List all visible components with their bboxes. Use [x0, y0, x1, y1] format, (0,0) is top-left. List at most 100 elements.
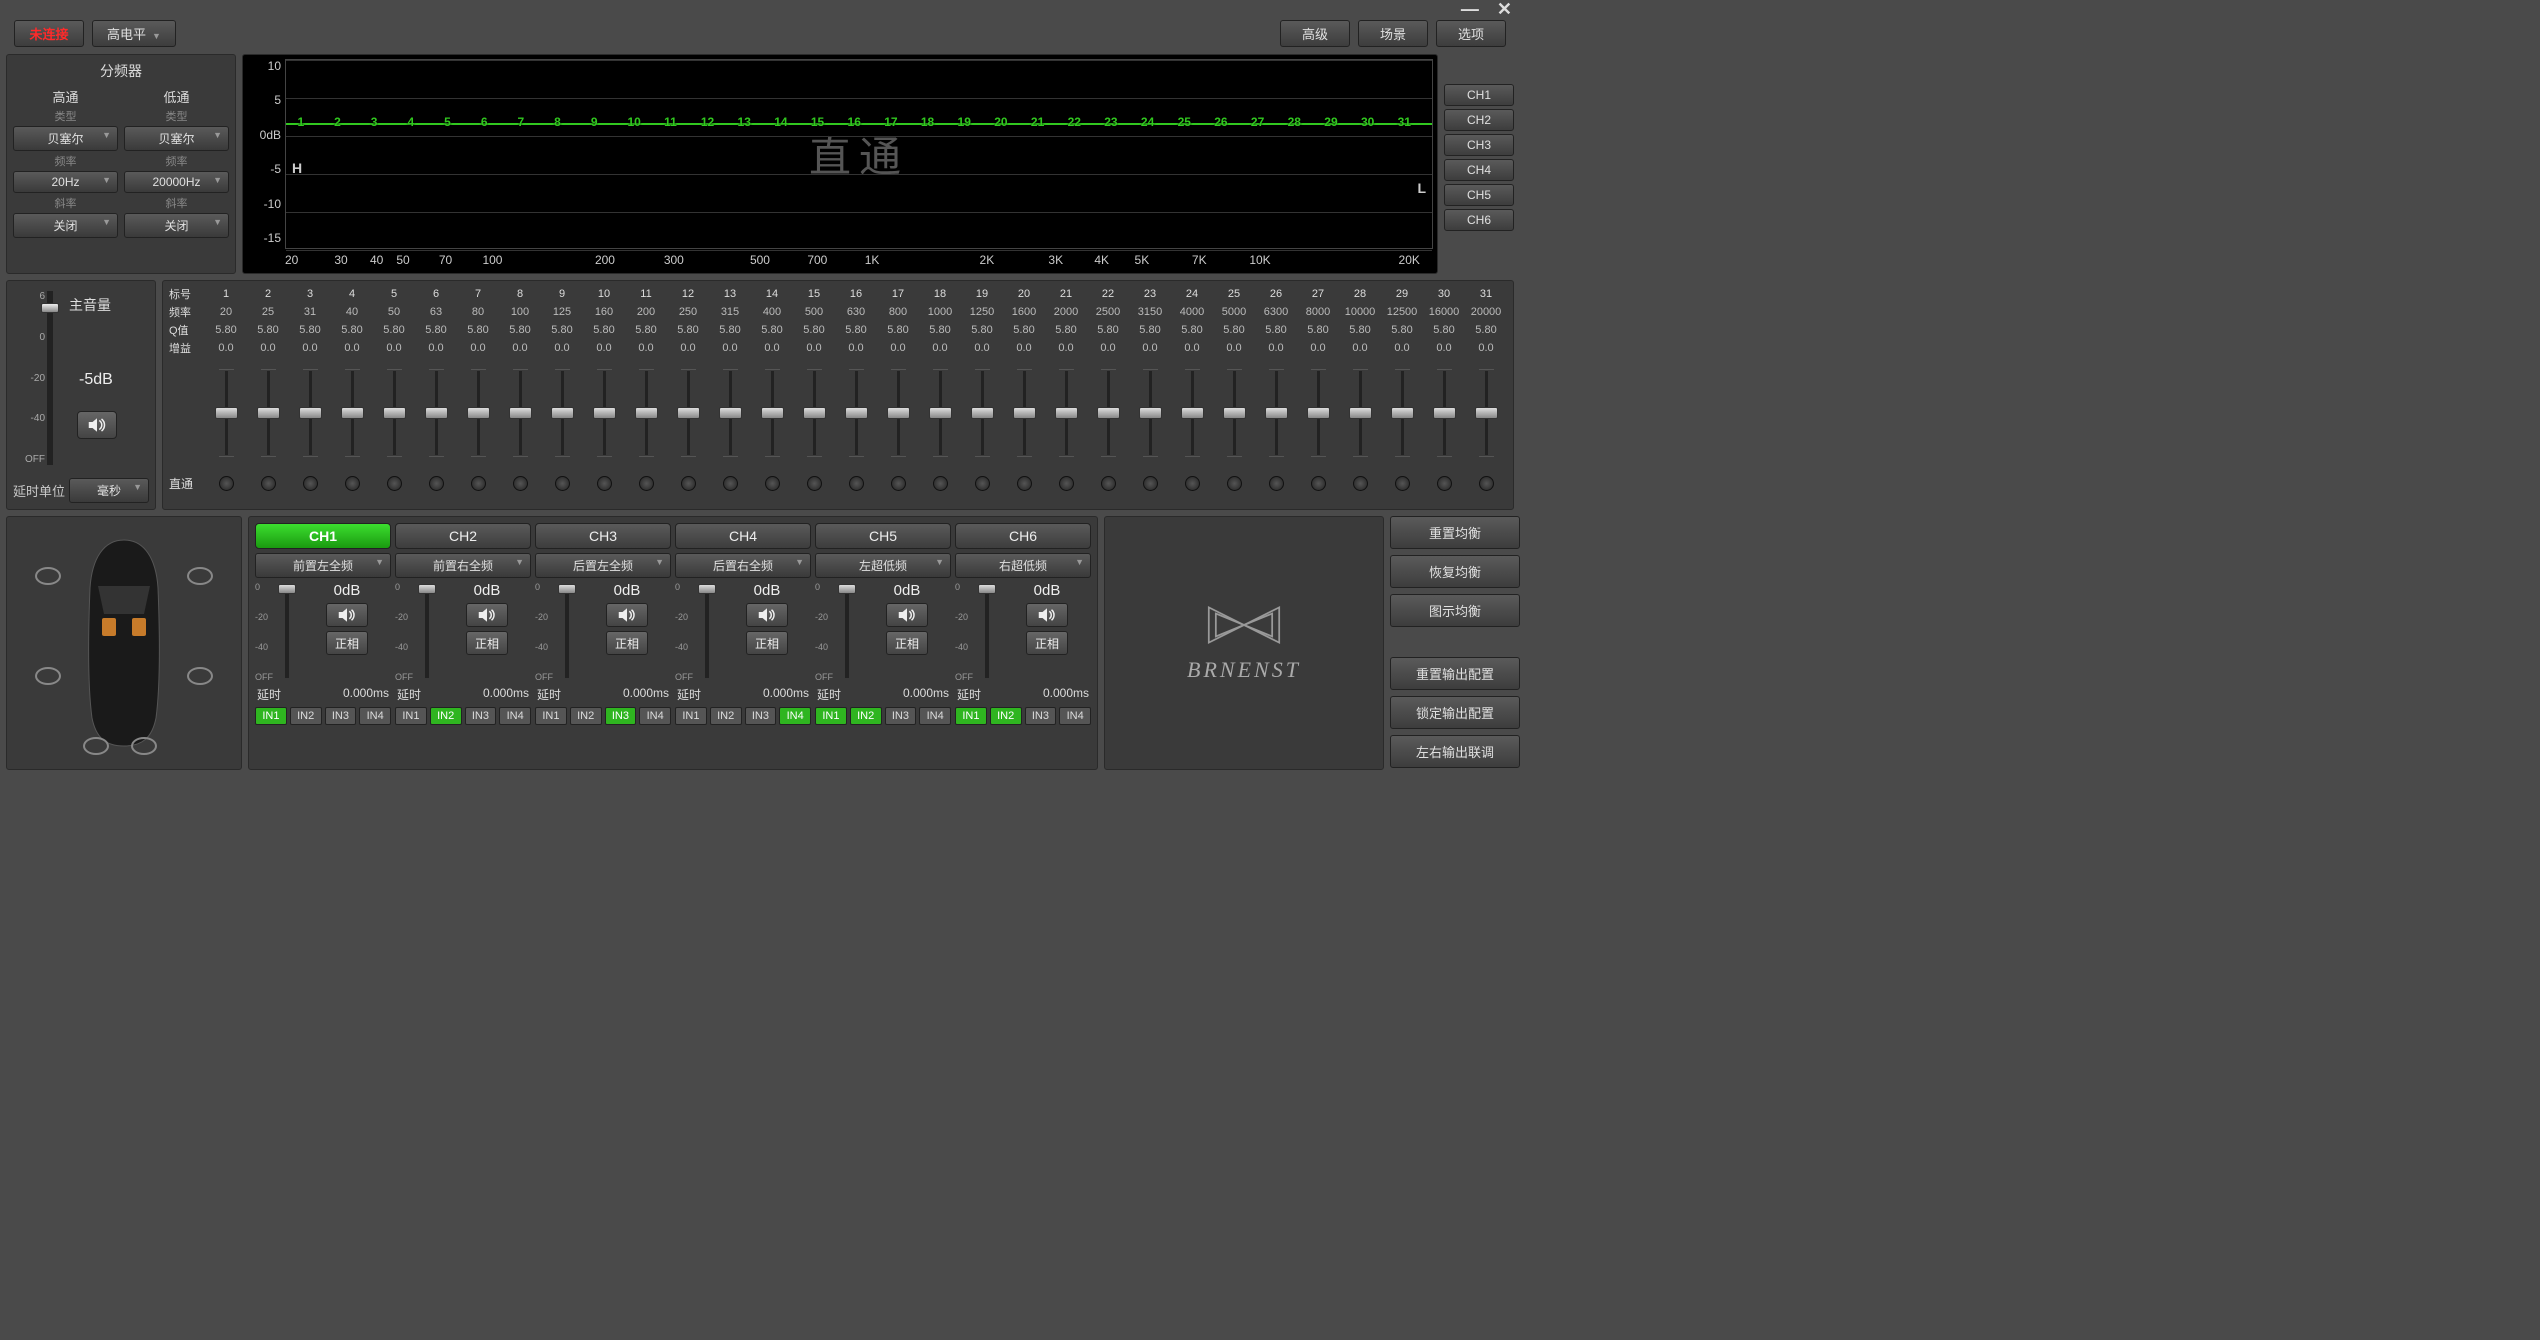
eq-bypass-knob[interactable]: [639, 476, 654, 491]
channel-fader-thumb[interactable]: [278, 584, 296, 594]
channel-input-2[interactable]: IN2: [430, 707, 462, 725]
band-marker[interactable]: 9: [591, 115, 598, 129]
eq-fader-thumb[interactable]: [1265, 407, 1288, 419]
eq-bypass-knob[interactable]: [1395, 476, 1410, 491]
eq-fader-thumb[interactable]: [1223, 407, 1246, 419]
channel-fader-thumb[interactable]: [838, 584, 856, 594]
eq-freq-value[interactable]: 16000: [1423, 306, 1465, 318]
eq-gain-value[interactable]: 0.0: [1381, 342, 1423, 354]
lp-type-select[interactable]: 贝塞尔: [124, 126, 229, 151]
eq-fader[interactable]: [1129, 363, 1171, 463]
eq-freq-value[interactable]: 4000: [1171, 306, 1213, 318]
eq-freq-value[interactable]: 100: [499, 306, 541, 318]
eq-freq-value[interactable]: 2500: [1087, 306, 1129, 318]
eq-q-value[interactable]: 5.80: [541, 324, 583, 336]
eq-fader-thumb[interactable]: [887, 407, 910, 419]
eq-bypass-knob[interactable]: [597, 476, 612, 491]
eq-fader-thumb[interactable]: [509, 407, 532, 419]
eq-gain-value[interactable]: 0.0: [919, 342, 961, 354]
channel-input-3[interactable]: IN3: [325, 707, 357, 725]
delay-unit-select[interactable]: 毫秒: [69, 478, 149, 503]
eq-bypass-knob[interactable]: [1353, 476, 1368, 491]
channel-delay-value[interactable]: 0.000ms: [483, 686, 529, 703]
eq-gain-value[interactable]: 0.0: [205, 342, 247, 354]
eq-freq-value[interactable]: 8000: [1297, 306, 1339, 318]
eq-fader[interactable]: [1423, 363, 1465, 463]
eq-gain-value[interactable]: 0.0: [1465, 342, 1507, 354]
eq-fader[interactable]: [1381, 363, 1423, 463]
channel-type-select[interactable]: 右超低频: [955, 553, 1091, 578]
eq-fader-thumb[interactable]: [1055, 407, 1078, 419]
eq-bypass-knob[interactable]: [723, 476, 738, 491]
eq-freq-value[interactable]: 80: [457, 306, 499, 318]
eq-bypass-knob[interactable]: [807, 476, 822, 491]
channel-input-3[interactable]: IN3: [605, 707, 637, 725]
eq-gain-value[interactable]: 0.0: [667, 342, 709, 354]
eq-q-value[interactable]: 5.80: [1297, 324, 1339, 336]
eq-bypass-knob[interactable]: [471, 476, 486, 491]
eq-fader-thumb[interactable]: [383, 407, 406, 419]
channel-delay-value[interactable]: 0.000ms: [903, 686, 949, 703]
eq-fader-thumb[interactable]: [593, 407, 616, 419]
eq-q-value[interactable]: 5.80: [667, 324, 709, 336]
band-marker[interactable]: 27: [1251, 115, 1264, 129]
scene-button[interactable]: 场景: [1358, 20, 1428, 47]
eq-q-value[interactable]: 5.80: [1087, 324, 1129, 336]
lr-link-button[interactable]: 左右输出联调: [1390, 735, 1520, 768]
channel-tab-ch3[interactable]: CH3: [1444, 134, 1514, 156]
band-marker[interactable]: 1: [297, 115, 304, 129]
eq-fader-thumb[interactable]: [425, 407, 448, 419]
hp-slope-select[interactable]: 关闭: [13, 213, 118, 238]
eq-fader[interactable]: [583, 363, 625, 463]
band-marker[interactable]: 11: [664, 115, 677, 129]
eq-fader[interactable]: [415, 363, 457, 463]
eq-bypass-knob[interactable]: [1059, 476, 1074, 491]
lp-slope-select[interactable]: 关闭: [124, 213, 229, 238]
eq-gain-value[interactable]: 0.0: [415, 342, 457, 354]
eq-fader-thumb[interactable]: [215, 407, 238, 419]
eq-freq-value[interactable]: 12500: [1381, 306, 1423, 318]
eq-q-value[interactable]: 5.80: [205, 324, 247, 336]
channel-input-4[interactable]: IN4: [639, 707, 671, 725]
channel-input-4[interactable]: IN4: [359, 707, 391, 725]
channel-input-2[interactable]: IN2: [570, 707, 602, 725]
eq-fader-thumb[interactable]: [467, 407, 490, 419]
band-marker[interactable]: 16: [848, 115, 861, 129]
eq-q-value[interactable]: 5.80: [247, 324, 289, 336]
eq-bypass-knob[interactable]: [765, 476, 780, 491]
band-marker[interactable]: 8: [554, 115, 561, 129]
eq-gain-value[interactable]: 0.0: [331, 342, 373, 354]
channel-type-select[interactable]: 左超低频: [815, 553, 951, 578]
eq-q-value[interactable]: 5.80: [919, 324, 961, 336]
eq-gain-value[interactable]: 0.0: [1255, 342, 1297, 354]
eq-gain-value[interactable]: 0.0: [961, 342, 1003, 354]
restore-eq-button[interactable]: 恢复均衡: [1390, 555, 1520, 588]
eq-gain-value[interactable]: 0.0: [499, 342, 541, 354]
eq-gain-value[interactable]: 0.0: [1297, 342, 1339, 354]
eq-fader[interactable]: [1213, 363, 1255, 463]
eq-fader[interactable]: [1255, 363, 1297, 463]
eq-bypass-knob[interactable]: [681, 476, 696, 491]
eq-fader[interactable]: [919, 363, 961, 463]
band-marker[interactable]: 12: [701, 115, 714, 129]
eq-fader[interactable]: [793, 363, 835, 463]
eq-bypass-knob[interactable]: [1479, 476, 1494, 491]
channel-input-2[interactable]: IN2: [290, 707, 322, 725]
band-marker[interactable]: 10: [628, 115, 641, 129]
lock-output-button[interactable]: 锁定输出配置: [1390, 696, 1520, 729]
eq-q-value[interactable]: 5.80: [709, 324, 751, 336]
channel-select-button[interactable]: CH6: [955, 523, 1091, 549]
eq-bypass-knob[interactable]: [219, 476, 234, 491]
eq-gain-value[interactable]: 0.0: [1171, 342, 1213, 354]
band-marker[interactable]: 17: [884, 115, 897, 129]
channel-input-4[interactable]: IN4: [1059, 707, 1091, 725]
channel-select-button[interactable]: CH3: [535, 523, 671, 549]
channel-select-button[interactable]: CH1: [255, 523, 391, 549]
eq-gain-value[interactable]: 0.0: [835, 342, 877, 354]
channel-type-select[interactable]: 后置右全频: [675, 553, 811, 578]
eq-fader[interactable]: [289, 363, 331, 463]
eq-gain-value[interactable]: 0.0: [625, 342, 667, 354]
eq-q-value[interactable]: 5.80: [835, 324, 877, 336]
master-volume-thumb[interactable]: [41, 303, 59, 313]
eq-bypass-knob[interactable]: [933, 476, 948, 491]
